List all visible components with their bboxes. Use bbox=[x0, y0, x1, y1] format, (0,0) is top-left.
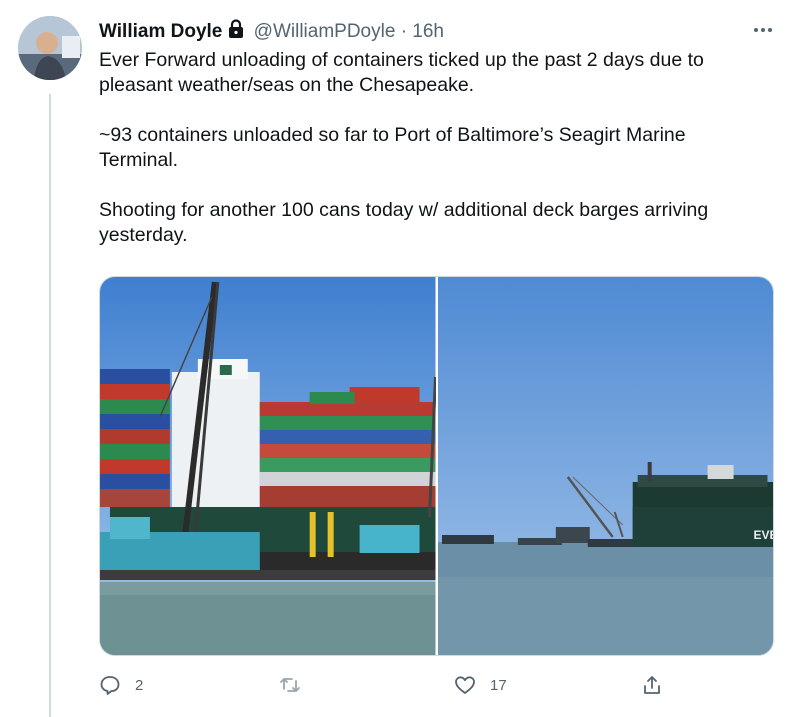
tweet-paragraph-3: Shooting for another 100 cans today w/ a… bbox=[99, 199, 709, 246]
reply-button[interactable]: 2 bbox=[99, 674, 143, 696]
author-name[interactable]: William Doyle bbox=[99, 21, 222, 42]
tweet-header: William Doyle @WilliamPDoyle · 16h bbox=[99, 18, 444, 44]
photo-ship-crane-closeup[interactable] bbox=[100, 277, 436, 655]
heart-icon bbox=[455, 676, 475, 694]
tweet-text: Ever Forward unloading of containers tic… bbox=[99, 48, 759, 273]
avatar-photo bbox=[18, 16, 82, 80]
photo-ship-distance[interactable]: EVE bbox=[437, 277, 773, 655]
share-icon bbox=[644, 676, 660, 694]
share-button[interactable] bbox=[641, 674, 663, 696]
reply-count: 2 bbox=[135, 676, 144, 694]
media-grid: EVE bbox=[99, 276, 774, 656]
tweet-actions: 2 17 bbox=[99, 674, 679, 700]
like-count: 17 bbox=[490, 676, 507, 694]
more-icon[interactable] bbox=[750, 19, 776, 41]
reply-icon bbox=[100, 676, 120, 695]
ship-name-text: EVE bbox=[753, 528, 773, 542]
retweet-icon bbox=[280, 678, 300, 692]
separator-dot: · bbox=[400, 21, 408, 42]
avatar[interactable] bbox=[18, 16, 82, 80]
thread-line bbox=[49, 94, 51, 717]
retweet-button[interactable] bbox=[279, 674, 315, 696]
tweet-time[interactable]: 16h bbox=[412, 21, 444, 42]
lock-icon bbox=[226, 18, 246, 40]
author-handle[interactable]: @WilliamPDoyle bbox=[254, 21, 396, 42]
like-button[interactable]: 17 bbox=[454, 674, 507, 696]
tweet-paragraph-1: Ever Forward unloading of containers tic… bbox=[99, 49, 704, 96]
tweet-paragraph-2: ~93 containers unloaded so far to Port o… bbox=[99, 124, 686, 171]
